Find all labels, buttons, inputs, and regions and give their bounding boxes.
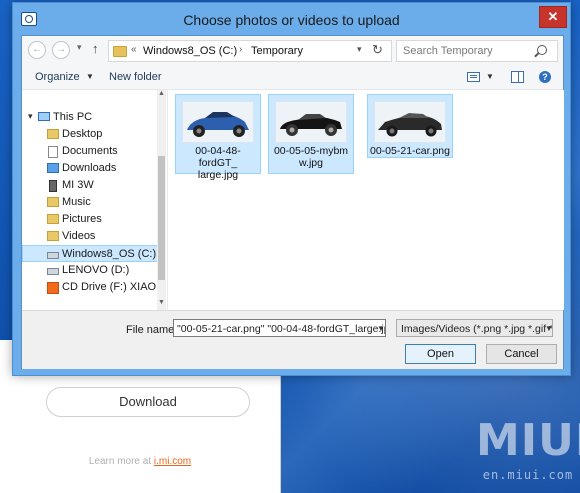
file-name-field[interactable]: "00-05-21-car.png" "00-04-48-fordGT_larg… xyxy=(173,319,386,337)
file-type-dropdown-icon[interactable]: ▼ xyxy=(545,324,553,333)
scroll-thumb[interactable] xyxy=(158,156,165,280)
tree-label: CD Drive (F:) XIAOM xyxy=(62,281,166,293)
close-button[interactable]: ✕ xyxy=(539,6,567,28)
file-tile[interactable]: 00-05-05-mybm w.jpg xyxy=(268,94,354,174)
tree-label: Documents xyxy=(62,145,118,157)
file-name-line: w.jpg xyxy=(299,157,323,169)
tree-item-music[interactable]: Music xyxy=(22,194,158,211)
folder-icon xyxy=(47,129,59,139)
learn-more-text: Learn more at i.mi.com xyxy=(0,456,280,467)
file-name-text: 00-05-05-mybm w.jpg xyxy=(269,145,353,169)
breadcrumb-drive[interactable]: Windows8_OS (C:) xyxy=(143,45,237,57)
address-bar[interactable]: « Windows8_OS (C:) › Temporary ▾ ↻ xyxy=(108,40,392,62)
nav-scrollbar[interactable]: ▲ ▼ xyxy=(157,90,166,311)
tree-item-desktop[interactable]: Desktop xyxy=(22,126,158,143)
organize-caret-icon[interactable]: ▼ xyxy=(86,72,94,81)
scroll-up-icon[interactable]: ▲ xyxy=(157,90,166,97)
file-name-text: 00-05-21-car.png xyxy=(368,145,452,157)
search-placeholder: Search Temporary xyxy=(403,45,493,57)
tree-item-cd-drive[interactable]: CD Drive (F:) XIAOM xyxy=(22,279,165,296)
image-thumbnail xyxy=(275,101,347,143)
tree-label: MI 3W xyxy=(62,179,94,191)
breadcrumb-folder[interactable]: Temporary xyxy=(251,45,303,57)
file-name-line: 00-04-48-fordGT_ xyxy=(195,145,241,169)
upload-dialog: Choose photos or videos to upload ✕ ← → … xyxy=(12,2,571,376)
computer-icon xyxy=(38,112,50,121)
image-thumbnail xyxy=(374,101,446,143)
search-icon[interactable] xyxy=(537,45,547,55)
miui-url: en.miui.com xyxy=(482,468,574,482)
overflow-icon[interactable]: « xyxy=(131,44,137,55)
document-icon xyxy=(48,146,58,158)
file-name-dropdown-icon[interactable]: ▼ xyxy=(377,324,385,333)
scroll-down-icon[interactable]: ▼ xyxy=(157,299,166,306)
folder-icon xyxy=(47,214,59,224)
file-name-line: 00-05-21-car.png xyxy=(370,145,450,157)
tree-item-videos[interactable]: Videos xyxy=(22,228,158,245)
up-button[interactable]: ↑ xyxy=(92,41,99,56)
drive-icon xyxy=(47,252,59,259)
bottom-panel: File name: "00-05-21-car.png" "00-04-48-… xyxy=(22,310,563,369)
cancel-button[interactable]: Cancel xyxy=(486,344,557,364)
file-tile[interactable]: 00-04-48-fordGT_ large.jpg xyxy=(175,94,261,181)
tree-label: This PC xyxy=(53,111,93,123)
dialog-title: Choose photos or videos to upload xyxy=(183,12,400,28)
file-name-line: large.jpg xyxy=(197,169,239,181)
file-tile[interactable]: 00-05-21-car.png xyxy=(367,94,453,158)
folder-icon xyxy=(113,46,127,57)
file-name-label: File name: xyxy=(126,324,178,336)
file-type-select[interactable]: Images/Videos (*.png *.jpg *.gif *.bmp) xyxy=(396,319,553,337)
tree-item-pictures[interactable]: Pictures xyxy=(22,211,158,228)
tree-label: LENOVO (D:) xyxy=(62,264,130,276)
file-list: 00-04-48-fordGT_ large.jpg 00-05-05-mybm w… xyxy=(167,90,564,310)
titlebar: Choose photos or videos to upload ✕ xyxy=(13,3,570,35)
tree-item-lenovo[interactable]: LENOVO (D:) xyxy=(22,262,158,279)
collapse-chevron-icon[interactable]: ▾ xyxy=(28,111,33,122)
open-button[interactable]: Open xyxy=(405,344,476,364)
mi-icon xyxy=(47,282,59,294)
miui-logo: MIUI xyxy=(476,415,580,466)
tree-label: Downloads xyxy=(62,162,117,174)
back-button[interactable]: ← xyxy=(28,41,46,59)
command-bar: Organize ▼ New folder ▼ ? xyxy=(22,64,563,90)
tree-label: Music xyxy=(62,196,91,208)
forward-button[interactable]: → xyxy=(52,41,70,59)
file-name-text: 00-04-48-fordGT_ large.jpg xyxy=(176,145,260,181)
tree-item-mi3w[interactable]: MI 3W xyxy=(22,177,158,194)
download-button[interactable]: Download xyxy=(46,387,250,417)
navigation-pane: ▾ This PC Desktop Documents Downloads MI… xyxy=(22,90,165,310)
recent-locations-icon[interactable]: ▾ xyxy=(77,42,82,53)
tree-label: Videos xyxy=(62,230,96,242)
tree-label: Pictures xyxy=(62,213,102,225)
tree-item-downloads[interactable]: Downloads xyxy=(22,160,158,177)
dialog-client: ← → ▾ ↑ « Windows8_OS (C:) › Temporary ▾… xyxy=(21,35,564,369)
address-row: ← → ▾ ↑ « Windows8_OS (C:) › Temporary ▾… xyxy=(22,36,563,64)
address-dropdown-icon[interactable]: ▾ xyxy=(357,44,362,55)
tree-label: Windows8_OS (C:) xyxy=(62,248,157,260)
learn-more-link[interactable]: i.mi.com xyxy=(154,456,191,467)
refresh-icon[interactable]: ↻ xyxy=(372,42,383,58)
tree-item-documents[interactable]: Documents xyxy=(22,143,158,160)
download-icon xyxy=(47,163,59,173)
drive-icon xyxy=(47,268,59,275)
view-caret-icon[interactable]: ▼ xyxy=(486,72,494,81)
image-thumbnail xyxy=(182,101,254,143)
tree-label: Desktop xyxy=(62,128,103,140)
preview-pane-icon[interactable] xyxy=(511,71,524,83)
learn-more-prefix: Learn more at xyxy=(88,456,154,467)
organize-button[interactable]: Organize xyxy=(35,71,80,83)
new-folder-button[interactable]: New folder xyxy=(109,71,162,83)
help-icon[interactable]: ? xyxy=(539,71,551,83)
breadcrumb-separator[interactable]: › xyxy=(239,44,242,55)
search-input[interactable]: Search Temporary xyxy=(396,40,558,62)
phone-icon xyxy=(49,180,57,192)
folder-icon xyxy=(47,231,59,241)
tree-item-windows8-os[interactable]: Windows8_OS (C:) xyxy=(22,245,158,262)
view-options-icon[interactable] xyxy=(467,72,480,82)
tree-item-this-pc[interactable]: ▾ This PC xyxy=(22,109,158,126)
file-name-line: 00-05-05-mybm xyxy=(273,145,349,157)
music-icon xyxy=(47,197,59,207)
